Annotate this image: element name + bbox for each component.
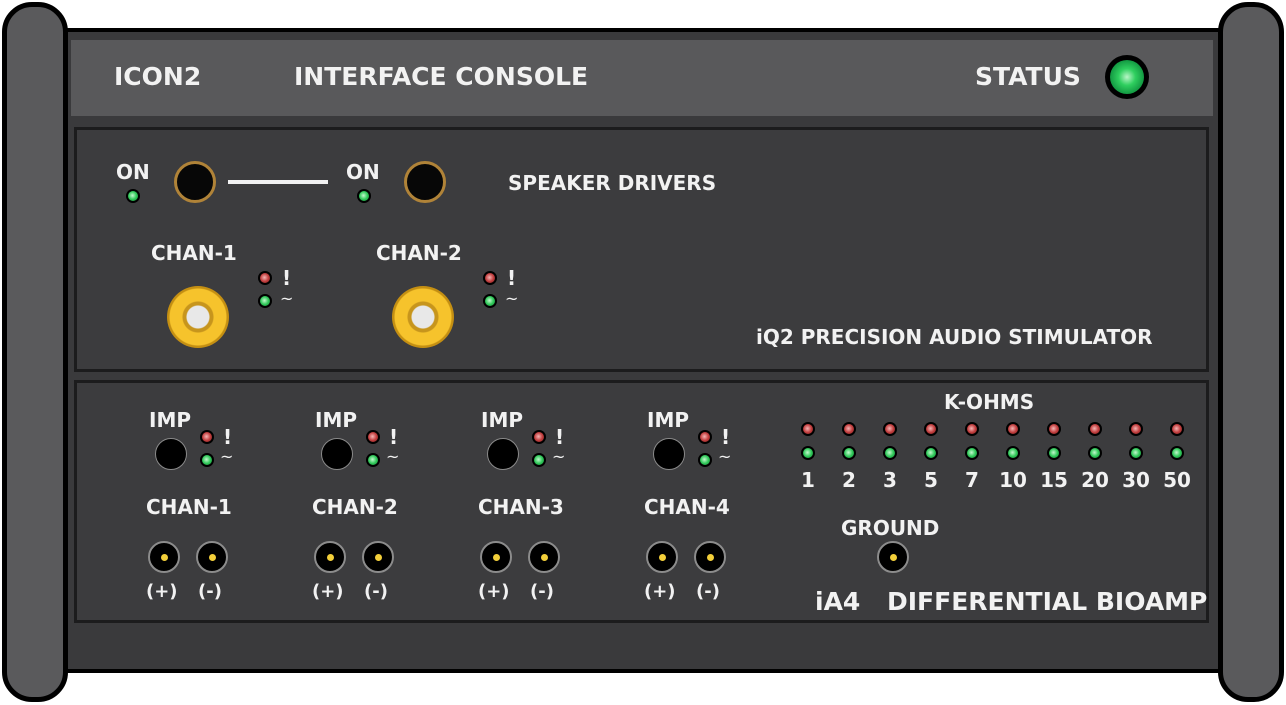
- bio-chan1-imp-button[interactable]: [155, 438, 187, 470]
- bio-chan3-imp-label: IMP: [481, 408, 524, 432]
- bio-chan4-imp-button[interactable]: [653, 438, 685, 470]
- audio-chan1-warn-led-icon: [258, 271, 272, 285]
- audio-chan2-signal-led-icon: [483, 294, 497, 308]
- audio-chan1-warn-symbol: !: [282, 266, 292, 290]
- status-led-icon: [1105, 55, 1149, 99]
- bio-chan3-warn-led-icon: [532, 430, 546, 444]
- kohms-label: K-OHMS: [944, 390, 1035, 414]
- bio-chan4-minus-label: (-): [696, 581, 720, 602]
- kohms-green-led-icon-20: [1088, 446, 1102, 460]
- bio-chan4-signal-symbol: ~: [718, 447, 732, 466]
- bio-chan2-signal-led-icon: [366, 453, 380, 467]
- audio-product-label: iQ2 PRECISION AUDIO STIMULATOR: [756, 325, 1153, 349]
- bio-chan4-imp-label: IMP: [647, 408, 690, 432]
- audio-chan1-signal-led-icon: [258, 294, 272, 308]
- bio-chan1-plus-label: (+): [146, 581, 178, 602]
- bio-chan2-signal-symbol: ~: [386, 447, 400, 466]
- bio-chan3-minus-label: (-): [530, 581, 554, 602]
- bio-chan1-minus-label: (-): [198, 581, 222, 602]
- kohms-green-led-icon-30: [1129, 446, 1143, 460]
- bio-chan2-label: CHAN-2: [312, 495, 398, 519]
- kohms-red-led-icon-7: [965, 422, 979, 436]
- bio-chan1-plus-jack[interactable]: [148, 541, 180, 573]
- audio-chan2-warn-led-icon: [483, 271, 497, 285]
- kohms-green-led-icon-7: [965, 446, 979, 460]
- bio-chan3-imp-button[interactable]: [487, 438, 519, 470]
- bio-chan2-imp-button[interactable]: [321, 438, 353, 470]
- left-handle: [2, 2, 68, 702]
- kohms-red-led-icon-3: [883, 422, 897, 436]
- audio-chan2-jack[interactable]: [392, 286, 454, 348]
- bio-chan4-minus-jack[interactable]: [694, 541, 726, 573]
- kohms-red-led-icon-20: [1088, 422, 1102, 436]
- bio-chan2-minus-label: (-): [364, 581, 388, 602]
- console-title: INTERFACE CONSOLE: [294, 62, 589, 91]
- kohms-green-led-icon-50: [1170, 446, 1184, 460]
- bio-chan1-warn-symbol: !: [223, 425, 233, 449]
- speaker-driver-button-2[interactable]: [404, 161, 446, 203]
- speaker-on-left-led-icon: [126, 189, 140, 203]
- bio-chan2-plus-jack[interactable]: [314, 541, 346, 573]
- kohms-green-led-icon-1: [801, 446, 815, 460]
- bio-chan1-warn-led-icon: [200, 430, 214, 444]
- ground-jack[interactable]: [877, 541, 909, 573]
- kohms-red-led-icon-5: [924, 422, 938, 436]
- bio-chan3-signal-led-icon: [532, 453, 546, 467]
- kohms-value-50: 50: [1163, 468, 1191, 492]
- bio-chan1-imp-label: IMP: [149, 408, 192, 432]
- kohms-green-led-icon-2: [842, 446, 856, 460]
- ground-label: GROUND: [841, 516, 940, 540]
- bio-chan3-label: CHAN-3: [478, 495, 564, 519]
- kohms-green-led-icon-5: [924, 446, 938, 460]
- audio-chan1-label: CHAN-1: [151, 241, 237, 265]
- bio-chan3-plus-jack[interactable]: [480, 541, 512, 573]
- bio-chan3-plus-label: (+): [478, 581, 510, 602]
- bio-chan1-minus-jack[interactable]: [196, 541, 228, 573]
- bio-chan3-minus-jack[interactable]: [528, 541, 560, 573]
- bio-chan4-warn-led-icon: [698, 430, 712, 444]
- bio-chan4-plus-label: (+): [644, 581, 676, 602]
- bio-chan1-signal-led-icon: [200, 453, 214, 467]
- speaker-link-line: [228, 180, 328, 184]
- audio-chan2-signal-symbol: ~: [505, 289, 519, 308]
- audio-chan2-label: CHAN-2: [376, 241, 462, 265]
- kohms-red-led-icon-50: [1170, 422, 1184, 436]
- speaker-on-left-label: ON: [116, 160, 150, 184]
- speaker-drivers-label: SPEAKER DRIVERS: [508, 171, 717, 195]
- bio-chan3-warn-symbol: !: [555, 425, 565, 449]
- status-label: STATUS: [975, 62, 1081, 91]
- kohms-red-led-icon-1: [801, 422, 815, 436]
- bio-chan2-minus-jack[interactable]: [362, 541, 394, 573]
- kohms-red-led-icon-2: [842, 422, 856, 436]
- bio-chan2-imp-label: IMP: [315, 408, 358, 432]
- bio-chan4-plus-jack[interactable]: [646, 541, 678, 573]
- bio-chan1-label: CHAN-1: [146, 495, 232, 519]
- bioamp-product-label: DIFFERENTIAL BIOAMP: [887, 587, 1208, 616]
- bio-chan1-signal-symbol: ~: [220, 447, 234, 466]
- kohms-red-led-icon-15: [1047, 422, 1061, 436]
- bio-chan2-plus-label: (+): [312, 581, 344, 602]
- bioamp-model-label: iA4: [815, 587, 861, 616]
- speaker-driver-button-1[interactable]: [174, 161, 216, 203]
- bio-chan2-warn-led-icon: [366, 430, 380, 444]
- bio-chan4-warn-symbol: !: [721, 425, 731, 449]
- kohms-green-led-icon-10: [1006, 446, 1020, 460]
- kohms-red-led-icon-30: [1129, 422, 1143, 436]
- kohms-red-led-icon-10: [1006, 422, 1020, 436]
- bio-chan4-label: CHAN-4: [644, 495, 730, 519]
- right-handle: [1218, 2, 1284, 702]
- audio-chan1-signal-symbol: ~: [280, 289, 294, 308]
- audio-chan2-warn-symbol: !: [507, 266, 517, 290]
- kohms-green-led-icon-15: [1047, 446, 1061, 460]
- brand-label: ICON2: [114, 62, 202, 91]
- audio-chan1-jack[interactable]: [167, 286, 229, 348]
- speaker-on-right-led-icon: [357, 189, 371, 203]
- bio-chan2-warn-symbol: !: [389, 425, 399, 449]
- speaker-on-right-label: ON: [346, 160, 380, 184]
- bio-chan3-signal-symbol: ~: [552, 447, 566, 466]
- kohms-green-led-icon-3: [883, 446, 897, 460]
- bio-chan4-signal-led-icon: [698, 453, 712, 467]
